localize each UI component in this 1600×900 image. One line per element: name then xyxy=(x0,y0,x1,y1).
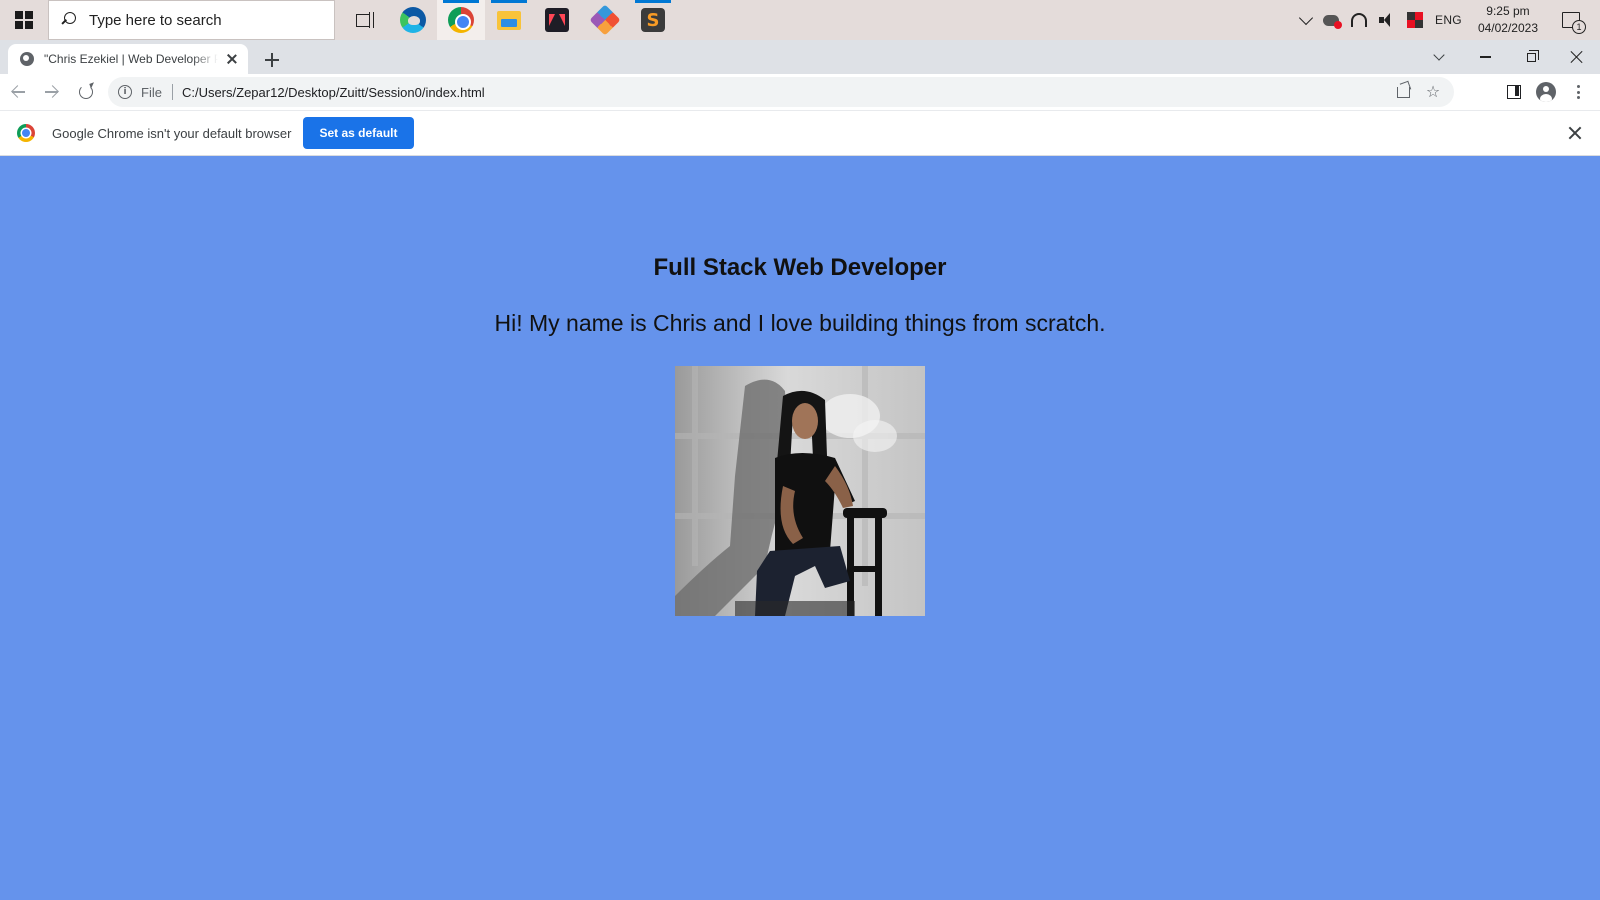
taskbar-sublime[interactable]: S xyxy=(629,0,677,40)
chevron-down-icon xyxy=(1433,49,1445,61)
taskbar-chrome[interactable] xyxy=(437,0,485,40)
clock-time: 9:25 pm xyxy=(1486,4,1530,18)
scheme-label: File xyxy=(141,84,162,100)
forward-button[interactable] xyxy=(36,76,68,108)
site-info-icon[interactable]: i xyxy=(118,85,132,99)
notification-icon: 1 xyxy=(1562,12,1586,34)
star-icon: ☆ xyxy=(1425,82,1441,101)
back-button[interactable] xyxy=(2,76,34,108)
network-status[interactable] xyxy=(1345,0,1373,40)
page-favicon-icon xyxy=(20,52,34,66)
volume-control[interactable] xyxy=(1373,0,1401,40)
show-hidden-icons-button[interactable] xyxy=(1295,0,1317,40)
toolbar-right xyxy=(1498,74,1594,110)
taskbar-file-explorer[interactable] xyxy=(485,0,533,40)
chevron-up-icon xyxy=(1298,10,1314,26)
windows-logo-icon xyxy=(15,11,33,29)
windows-taskbar: S ENG 9:25 pm 04/02/2023 1 xyxy=(0,0,1600,40)
chrome-menu-button[interactable] xyxy=(1562,76,1594,108)
avatar-icon xyxy=(1536,82,1556,102)
close-tab-icon[interactable] xyxy=(224,51,240,67)
defender-icon xyxy=(1407,12,1424,28)
input-language[interactable]: ENG xyxy=(1429,0,1468,40)
address-bar[interactable]: i File ☆ xyxy=(108,77,1454,107)
page-heading: Full Stack Web Developer xyxy=(653,254,947,281)
profile-photo xyxy=(675,366,925,616)
page-intro: Hi! My name is Chris and I love building… xyxy=(494,310,1106,336)
minimize-button[interactable] xyxy=(1462,40,1508,74)
clock[interactable]: 9:25 pm 04/02/2023 xyxy=(1468,0,1548,40)
notification-count: 1 xyxy=(1572,20,1586,34)
share-icon xyxy=(1396,86,1410,98)
chrome-tab-strip: "Chris Ezekiel | Web Developer Portfolio… xyxy=(0,40,1600,74)
close-icon xyxy=(1570,50,1584,64)
git-icon xyxy=(589,4,621,36)
taskbar-search-input[interactable] xyxy=(89,11,309,29)
valorant-icon xyxy=(545,8,569,32)
onedrive-status[interactable] xyxy=(1317,0,1345,40)
kebab-menu-icon xyxy=(1576,85,1580,99)
chrome-toolbar: i File ☆ xyxy=(0,74,1600,110)
share-button[interactable] xyxy=(1388,77,1418,107)
chrome-icon xyxy=(448,7,474,33)
side-panel-icon xyxy=(1507,85,1521,99)
cloud-error-icon xyxy=(1323,14,1343,29)
reload-icon xyxy=(79,85,93,99)
set-as-default-button[interactable]: Set as default xyxy=(303,117,414,149)
taskbar-edge[interactable] xyxy=(389,0,437,40)
side-panel-button[interactable] xyxy=(1498,76,1530,108)
notification-center-button[interactable]: 1 xyxy=(1548,0,1600,40)
new-tab-button[interactable] xyxy=(260,48,284,72)
address-bar-actions: ☆ xyxy=(1388,77,1448,107)
restore-button[interactable] xyxy=(1508,40,1554,74)
profile-button[interactable] xyxy=(1530,76,1562,108)
default-browser-infobar: Google Chrome isn't your default browser… xyxy=(0,110,1600,156)
address-separator xyxy=(171,84,173,100)
task-view-icon xyxy=(356,12,374,28)
close-window-button[interactable] xyxy=(1554,40,1600,74)
taskbar-valorant[interactable] xyxy=(533,0,581,40)
wifi-icon xyxy=(1351,13,1368,27)
security-status[interactable] xyxy=(1401,0,1429,40)
tab-search-button[interactable] xyxy=(1416,40,1462,74)
close-infobar-icon[interactable] xyxy=(1568,126,1582,140)
url-input[interactable] xyxy=(181,84,1082,100)
minimize-icon xyxy=(1479,56,1491,58)
taskbar-apps: S xyxy=(341,0,677,40)
sublime-icon: S xyxy=(641,8,665,32)
profile-photo-illustration xyxy=(675,366,925,616)
window-controls xyxy=(1416,40,1600,74)
search-icon xyxy=(61,12,77,28)
browser-tab[interactable]: "Chris Ezekiel | Web Developer Portfolio… xyxy=(8,44,248,74)
bookmark-button[interactable]: ☆ xyxy=(1418,77,1448,107)
forward-arrow-icon xyxy=(45,85,59,99)
folder-icon xyxy=(497,10,521,30)
taskbar-git[interactable] xyxy=(581,0,629,40)
infobar-message: Google Chrome isn't your default browser xyxy=(52,125,292,141)
edge-icon xyxy=(400,7,426,33)
speaker-icon xyxy=(1379,13,1395,27)
system-tray: ENG 9:25 pm 04/02/2023 1 xyxy=(1295,0,1600,40)
clock-date: 04/02/2023 xyxy=(1477,21,1538,35)
reload-button[interactable] xyxy=(70,76,102,108)
start-button[interactable] xyxy=(0,0,48,40)
tab-title: "Chris Ezekiel | Web Developer Portfolio… xyxy=(44,52,218,66)
chrome-logo-icon xyxy=(17,124,35,142)
page-content: Full Stack Web Developer Hi! My name is … xyxy=(0,156,1600,900)
restore-icon xyxy=(1526,49,1539,62)
back-arrow-icon xyxy=(11,85,25,99)
taskbar-search[interactable] xyxy=(48,0,335,40)
task-view-button[interactable] xyxy=(341,0,389,40)
